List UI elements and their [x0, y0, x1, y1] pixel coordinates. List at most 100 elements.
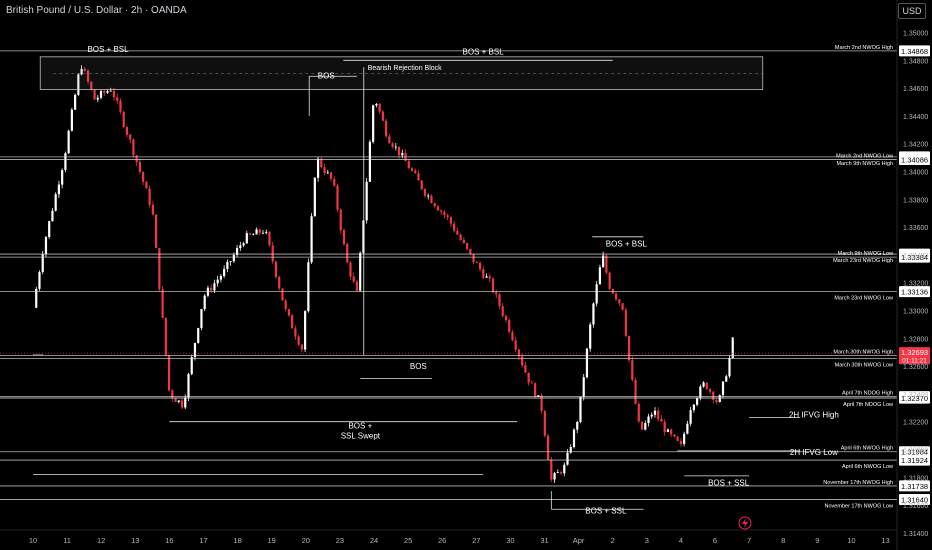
- candle-body: [712, 391, 715, 400]
- price-axis[interactable]: 1.348681.341051.340861.334061.333841.331…: [899, 31, 930, 538]
- y-tick-label: 1.32200: [903, 420, 928, 427]
- candle-body: [171, 390, 174, 399]
- y-tick-label: 1.31600: [903, 503, 928, 510]
- candle-body: [255, 229, 258, 235]
- candle-body: [721, 381, 725, 396]
- candle-body: [197, 328, 200, 343]
- candle-body: [339, 209, 342, 231]
- candle-body: [631, 360, 634, 380]
- candle-body: [579, 396, 582, 422]
- candle-body: [385, 120, 388, 137]
- candle-body: [534, 383, 537, 397]
- candle-body: [365, 181, 368, 221]
- candle-body: [550, 459, 553, 480]
- level-label: March 30th NWOG Low: [835, 363, 893, 369]
- candle-body: [401, 152, 404, 156]
- structure-label: 2H IFVG Low: [790, 448, 838, 457]
- candle-body: [640, 421, 644, 430]
- candle-body: [161, 289, 164, 318]
- candle-body: [585, 348, 589, 378]
- candle-body: [116, 97, 119, 101]
- price-chart[interactable]: March 2nd NWOG HighMarch 9th NWOG HighMa…: [0, 0, 932, 550]
- level-label: April 7th NDOG Low: [843, 402, 893, 408]
- candle-body: [627, 335, 631, 361]
- candle-body: [388, 136, 391, 144]
- candle-body: [559, 472, 563, 474]
- candle-body: [174, 398, 177, 402]
- candle-body: [657, 410, 660, 419]
- currency-button[interactable]: USD: [898, 3, 926, 19]
- candle-body: [540, 395, 543, 412]
- x-tick-label: 30: [506, 536, 514, 545]
- candle-body: [394, 146, 397, 148]
- candle-body: [138, 161, 142, 172]
- candle-body: [647, 416, 650, 424]
- candle-body: [410, 168, 414, 171]
- candle-body: [485, 276, 488, 278]
- candle-body: [313, 177, 316, 217]
- structure-label: BOS: [410, 362, 427, 371]
- level-price-text: 1.33136: [901, 288, 928, 297]
- candle-body: [420, 180, 423, 190]
- candle-body: [491, 278, 495, 293]
- candle-body: [689, 410, 692, 424]
- candle-body: [216, 279, 219, 284]
- candle-body: [336, 185, 339, 210]
- level-label: March 2nd NWOG Low: [836, 154, 893, 160]
- candle-body: [670, 429, 673, 435]
- candle-body: [274, 261, 278, 278]
- x-tick-label: 12: [97, 536, 105, 545]
- structure-label: BOS: [318, 71, 335, 80]
- candle-body: [297, 336, 300, 345]
- candle-body: [316, 158, 320, 178]
- candle-body: [54, 194, 57, 211]
- candle-body: [278, 277, 281, 289]
- candle-body: [605, 255, 608, 273]
- y-tick-label: 1.32000: [903, 448, 928, 455]
- structure-label: Bearish Rejection Block: [368, 65, 442, 72]
- level-price-text: 1.34086: [901, 156, 928, 165]
- x-tick-label: 7: [747, 536, 751, 545]
- candle-body: [414, 170, 417, 174]
- candle-body: [433, 203, 436, 207]
- candle-body: [352, 276, 355, 282]
- candle-body: [449, 217, 452, 224]
- candle-body: [417, 173, 420, 181]
- candle-body: [368, 141, 372, 182]
- candle-body: [106, 91, 109, 93]
- level-label: November 17th NWOG High: [823, 480, 893, 486]
- rejection-block-zone: [39, 56, 764, 90]
- x-tick-label: 2: [611, 536, 615, 545]
- candle-body: [475, 262, 478, 264]
- candle-body: [261, 232, 265, 234]
- candle-body: [252, 234, 255, 236]
- candle-body: [164, 317, 167, 356]
- y-tick-label: 1.34800: [903, 58, 928, 65]
- candle-body: [576, 421, 579, 430]
- candle-body: [446, 215, 449, 218]
- candle-body: [708, 389, 712, 392]
- candle-body: [323, 167, 326, 173]
- x-tick-label: 16: [165, 536, 173, 545]
- structure-label: BOS + SSL: [585, 506, 627, 515]
- y-tick-label: 1.33600: [903, 225, 928, 232]
- candle-body: [582, 377, 585, 397]
- structure-label: BOS + BSL: [87, 45, 129, 54]
- x-tick-label: 11: [63, 536, 71, 545]
- candle-body: [64, 153, 67, 171]
- candle-body: [122, 111, 125, 128]
- candle-body: [618, 299, 621, 304]
- candle-body: [145, 181, 148, 189]
- candle-body: [650, 414, 653, 417]
- level-label: March 2nd NWOG High: [835, 45, 893, 51]
- lightning-bolt-icon: [738, 516, 752, 530]
- candle-body: [349, 262, 352, 277]
- candlestick-series: [35, 65, 734, 483]
- structure-label: BOS + BSL: [606, 240, 648, 249]
- candle-body: [219, 276, 222, 280]
- candle-body: [38, 272, 41, 289]
- candle-body: [666, 429, 670, 433]
- candle-body: [232, 254, 235, 262]
- candle-body: [589, 324, 592, 349]
- candle-body: [187, 374, 190, 398]
